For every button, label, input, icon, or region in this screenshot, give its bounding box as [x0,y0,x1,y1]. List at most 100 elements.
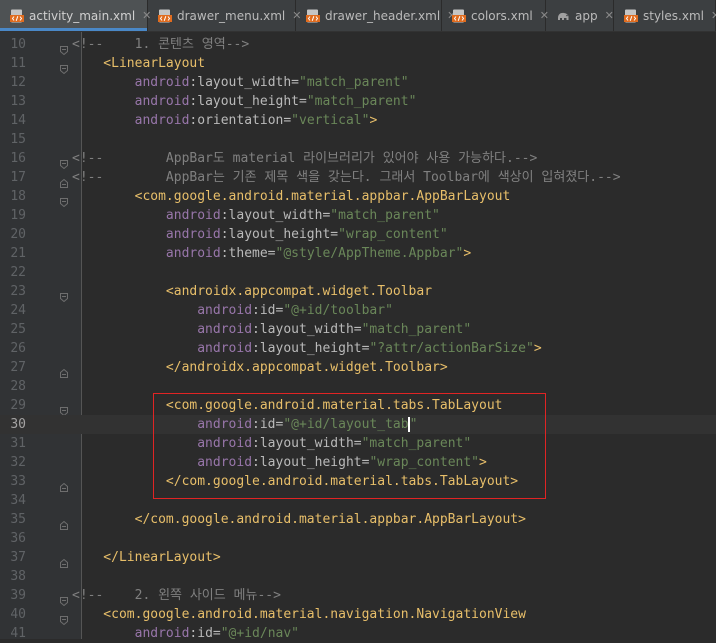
line-number: 13 [10,94,26,109]
code-token: :layout_height= [252,455,370,470]
editor-tab-bar: activity_main.xml ✕ drawer_menu.xml ✕ drawer… [0,0,716,32]
code-line[interactable]: 13 android:layout_height="match_parent" [0,92,716,111]
code-line[interactable]: 10 <!-- 1. 콘텐츠 영역--> [0,35,716,56]
code-line[interactable]: 14 android:orientation="vertical"> [0,111,716,130]
code-line[interactable]: 24 android:id="@+id/toolbar" [0,301,716,320]
tab-drawer-header[interactable]: drawer_header.xml ✕ [296,0,456,31]
code-line[interactable]: 11 <LinearLayout [0,54,716,75]
code-line[interactable]: 12 android:layout_width="match_parent" [0,73,716,92]
code-token: android [197,322,253,337]
tab-label: app [575,8,598,23]
code-line[interactable]: 31 android:layout_width="match_parent" [0,434,716,453]
code-line[interactable]: 27 </androidx.appcompat.widget.Toolbar> [0,358,716,378]
code-line[interactable]: 18 <com.google.android.material.appbar.A… [0,187,716,208]
close-tab-icon[interactable]: ✕ [605,9,614,22]
code-text: android:layout_height="match_parent" [72,92,417,111]
fold-open-icon[interactable] [60,401,68,417]
code-text: android:id="@+id/nav" [72,624,299,643]
code-text: android:orientation="vertical"> [72,111,378,130]
fold-open-icon[interactable] [60,59,68,75]
code-token: android [197,303,253,318]
code-text: </LinearLayout> [72,548,220,567]
code-line[interactable]: 35 </com.google.android.material.appbar.… [0,510,716,530]
code-text: android:layout_width="match_parent" [72,206,440,225]
code-text: <androidx.appcompat.widget.Toolbar [72,282,432,301]
code-line[interactable]: 32 android:layout_height="wrap_content"> [0,453,716,472]
code-token: "?attr/actionBarSize" [369,341,534,356]
code-token: android [197,436,253,451]
fold-open-icon[interactable] [60,610,68,626]
code-line[interactable]: 23 <androidx.appcompat.widget.Toolbar [0,282,716,303]
code-line[interactable]: 20 android:layout_height="wrap_content" [0,225,716,244]
code-token: :layout_height= [189,94,307,109]
code-line[interactable]: 16 <!-- AppBar도 material 라이브러리가 있어야 사용 가능… [0,149,716,170]
code-line[interactable]: 25 android:layout_width="match_parent" [0,320,716,339]
tab-app[interactable]: app ✕ [546,0,614,31]
code-token: </com.google.android.material.tabs.TabLa… [72,474,519,489]
code-token: <!-- 1. 콘텐츠 영역--> [72,37,250,52]
tab-label: activity_main.xml [29,8,136,23]
line-number: 38 [10,569,26,584]
fold-close-icon[interactable] [60,515,68,530]
code-line[interactable]: 38 [0,567,716,586]
fold-open-icon[interactable] [60,40,68,56]
code-line[interactable]: 34 [0,491,716,510]
line-number: 30 [10,417,26,432]
fold-open-icon[interactable] [60,591,68,607]
code-line[interactable]: 22 [0,263,716,282]
code-line[interactable]: 15 [0,130,716,149]
line-number: 26 [10,341,26,356]
code-token: :layout_width= [252,322,362,337]
code-token: "match_parent" [299,75,409,90]
tab-label: styles.xml [643,8,704,23]
line-number: 35 [10,512,26,527]
code-line[interactable]: 17 <!-- AppBar는 기존 제목 색을 갖는다. 그래서 Toolbar… [0,168,716,188]
code-line[interactable]: 26 android:layout_height="?attr/actionBa… [0,339,716,358]
tab-drawer-menu[interactable]: drawer_menu.xml ✕ [148,0,301,31]
code-token: <com.google.android.material.tabs.TabLay… [72,398,503,413]
xml-file-icon [306,9,320,23]
code-line[interactable]: 30 android:id="@+id/layout_tab" [0,415,716,434]
fold-open-icon[interactable] [60,192,68,208]
code-token: "wrap_content" [338,227,448,242]
gradle-elephant-icon [556,9,570,23]
line-number: 20 [10,227,26,242]
fold-open-icon[interactable] [60,154,68,170]
fold-close-icon[interactable] [60,553,68,568]
line-number: 14 [10,113,26,128]
code-line[interactable]: 40 <com.google.android.material.navigati… [0,605,716,626]
code-token: :orientation= [189,113,292,128]
tab-styles[interactable]: styles.xml ✕ [614,0,716,31]
tab-activity-main[interactable]: activity_main.xml ✕ [0,0,151,31]
code-token: "match_parent" [361,322,472,337]
code-token: " [409,417,418,432]
fold-open-icon[interactable] [60,287,68,303]
code-line[interactable]: 33 </com.google.android.material.tabs.Ta… [0,472,716,492]
line-number: 28 [10,379,26,394]
line-number: 33 [10,474,26,489]
code-line[interactable]: 37 </LinearLayout> [0,548,716,568]
code-line[interactable]: 41 android:id="@+id/nav" [0,624,716,643]
code-text: android:layout_height="wrap_content"> [72,453,487,472]
code-line[interactable]: 28 [0,377,716,396]
tab-colors[interactable]: colors.xml ✕ [442,0,549,31]
code-token: < [72,56,112,71]
code-text: <com.google.android.material.navigation.… [72,605,526,624]
code-line[interactable]: 19 android:layout_width="match_parent" [0,206,716,225]
fold-close-icon[interactable] [60,477,68,492]
close-tab-icon[interactable]: ✕ [711,9,716,22]
code-line[interactable]: 21 android:theme="@style/AppTheme.Appbar… [0,244,716,263]
code-line[interactable]: 36 [0,529,716,548]
fold-close-icon[interactable] [60,363,68,378]
code-token: :layout_height= [252,341,370,356]
code-line[interactable]: 39 <!-- 2. 왼쪽 사이드 메뉴--> [0,586,716,607]
code-token: "vertical" [291,113,370,128]
code-token: <!-- AppBar는 기존 제목 색을 갖는다. 그래서 Toolbar에 … [72,170,621,185]
tab-label: drawer_menu.xml [177,8,286,23]
code-line[interactable]: 29 <com.google.android.material.tabs.Tab… [0,396,716,417]
code-text: <LinearLayout [72,54,205,73]
fold-close-icon[interactable] [60,173,68,188]
